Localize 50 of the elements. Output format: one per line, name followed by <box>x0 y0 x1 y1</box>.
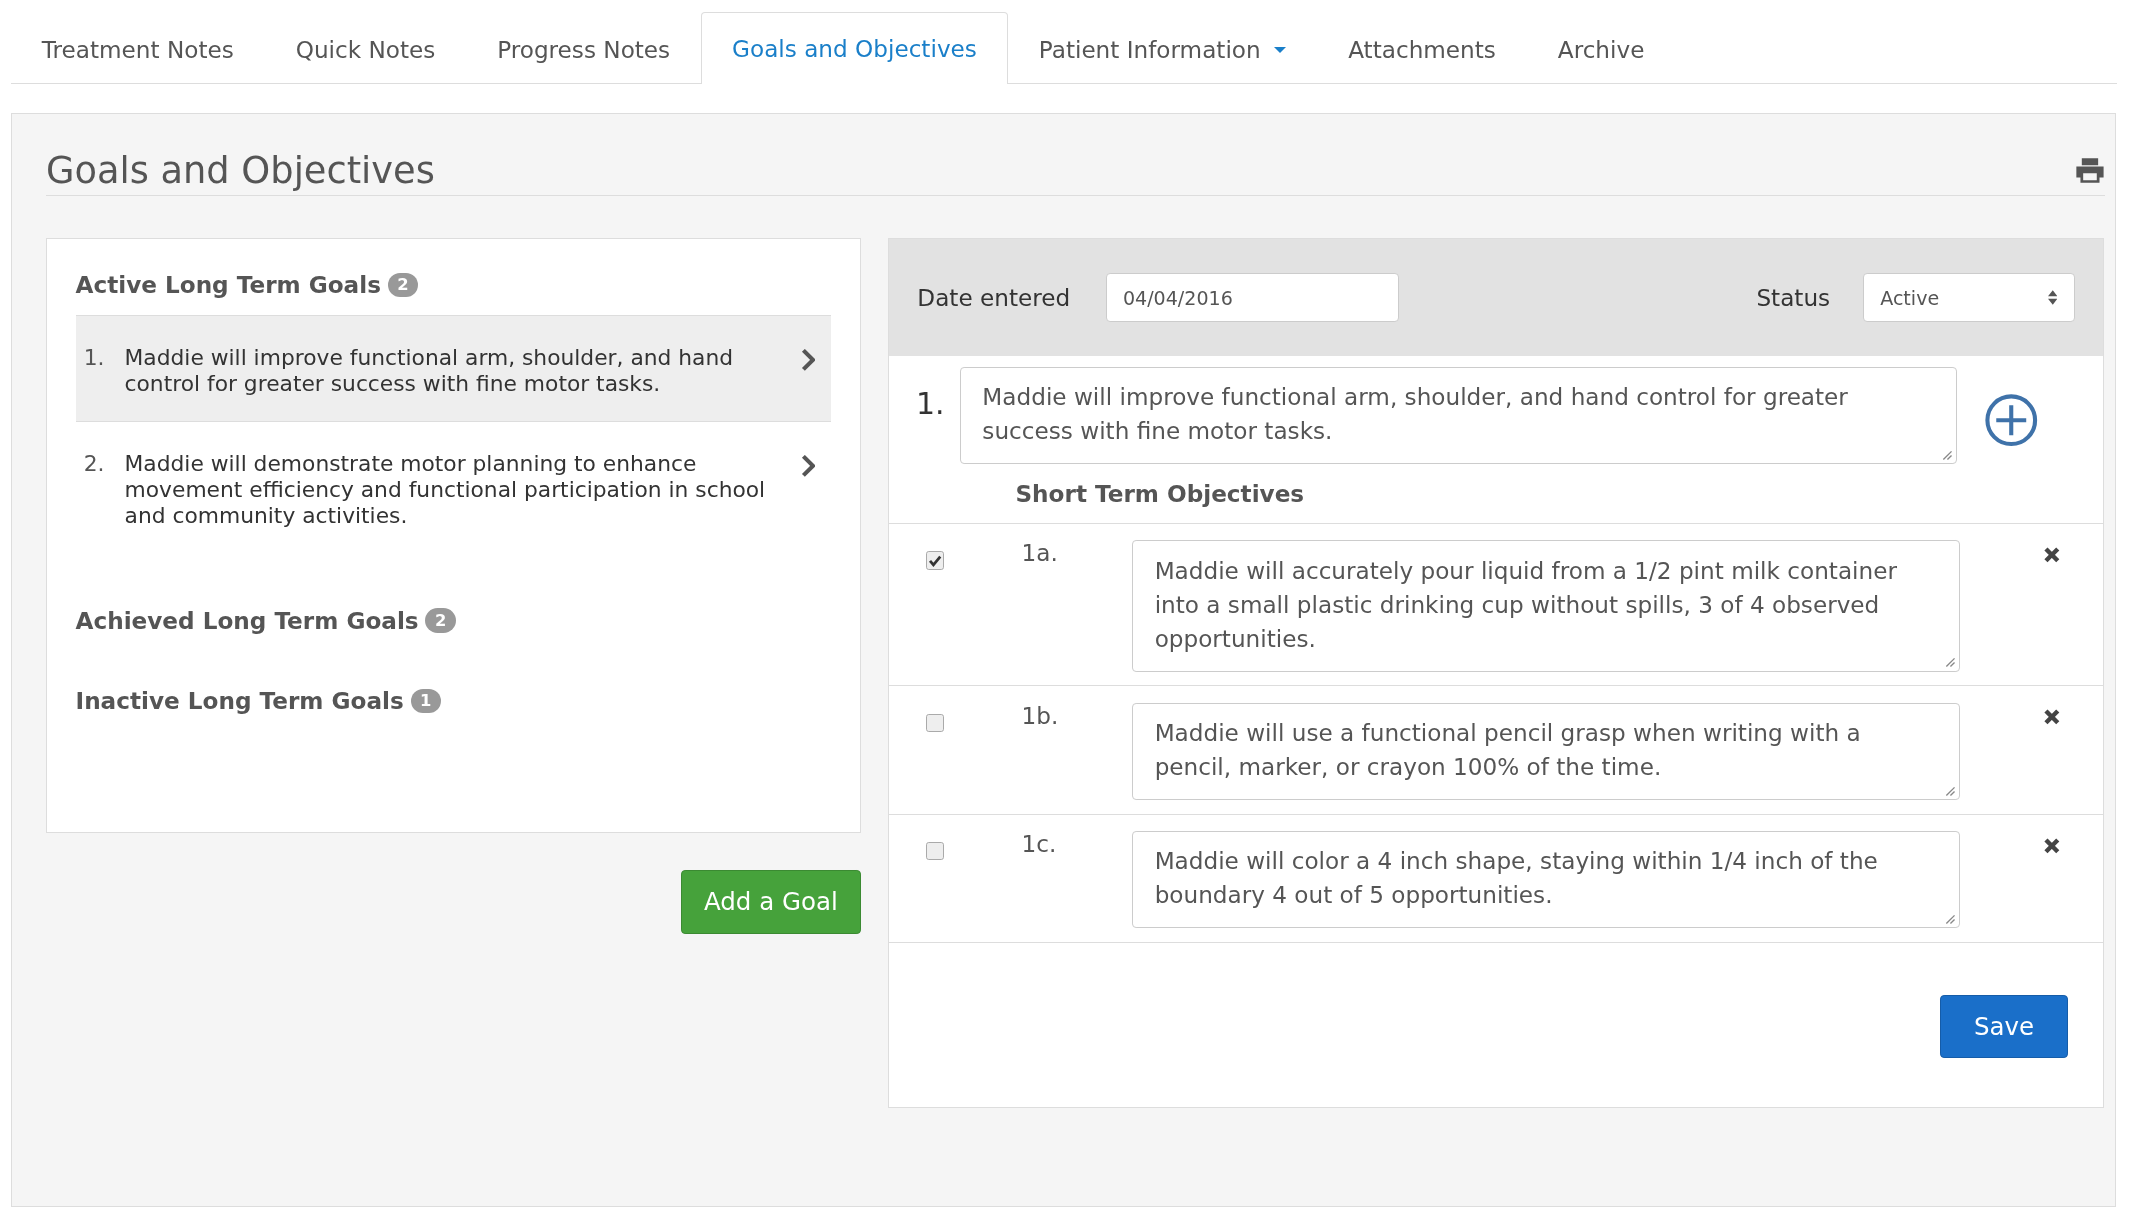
tab[interactable]: Progress Notes <box>466 13 702 85</box>
checkbox[interactable] <box>925 713 944 733</box>
close-icon[interactable] <box>2043 836 2061 855</box>
checkbox[interactable] <box>925 842 944 861</box>
count-badge: 2 <box>425 608 456 633</box>
count-badge: 2 <box>387 272 419 297</box>
panel-title: Goals and Objectives <box>45 149 435 193</box>
objective-field[interactable]: Maddie will use a functional pencil grasp when writing with a pencil, marker, or crayon 100% of the time. <box>1131 702 1961 801</box>
sort-arrows-icon[interactable] <box>2047 290 2058 306</box>
goal-text: Maddie will demonstrate motor planning to enhance movement efficiency and functional participation in school and community activities. <box>124 450 767 529</box>
caret-icon <box>1274 46 1287 53</box>
group-heading[interactable]: Active Long Term Goals <box>75 271 381 298</box>
close-icon[interactable] <box>2043 708 2061 726</box>
date-label: Date entered <box>917 284 1071 311</box>
goal-number: 1. <box>83 345 106 372</box>
resize-grip-icon[interactable] <box>1942 449 1953 461</box>
status-select[interactable]: Active <box>1862 273 2075 322</box>
tab[interactable]: Quick Notes <box>264 13 467 85</box>
tab[interactable]: Treatment Notes <box>10 13 265 85</box>
count-badge: 1 <box>410 688 441 714</box>
resize-grip-icon[interactable] <box>1945 657 1957 669</box>
goal-field[interactable]: Maddie will improve functional arm, shoulder, and hand control for greater success with fine motor tasks. <box>959 367 1957 465</box>
resize-grip-icon[interactable] <box>1945 785 1957 797</box>
status-label: Status <box>1756 284 1831 311</box>
objective-label: 1a. <box>1021 540 1059 567</box>
tab[interactable]: Goals and Objectives <box>701 12 1008 85</box>
tab[interactable]: Archive <box>1526 13 1676 85</box>
goal-item[interactable]: 1. Maddie will improve functional arm, shoulder, and hand control for greater success with fine motor tasks. <box>75 316 831 423</box>
goal-number: 1. <box>916 386 946 422</box>
goal-text: Maddie will improve functional arm, shoulder, and hand control for greater success with fine motor tasks. <box>124 345 735 397</box>
save-button[interactable]: Save <box>1940 994 2068 1059</box>
objective-label: 1c. <box>1021 831 1058 858</box>
objective-field[interactable]: Maddie will accurately pour liquid from a 1/2 pint milk container into a small plastic drinking cup without spills, 3 of 4 observed opportunities. <box>1131 540 1961 672</box>
tab[interactable]: Patient Information <box>1007 13 1318 85</box>
goal-number: 2. <box>83 450 106 478</box>
date-field[interactable]: 04/04/2016 <box>1105 273 1400 322</box>
objective-label: 1b. <box>1021 702 1060 729</box>
goal-item[interactable]: 2. Maddie will demonstrate motor planning to enhance movement efficiency and functional participation in school and community activities. <box>75 422 831 553</box>
objectives-heading: Short Term Objectives <box>888 480 2104 525</box>
resize-grip-icon[interactable] <box>1945 913 1957 925</box>
tab[interactable]: Attachments <box>1317 13 1527 85</box>
chevron-icon <box>799 349 815 371</box>
group-heading[interactable]: Achieved Long Term Goals <box>75 607 419 634</box>
checkbox[interactable] <box>925 551 944 570</box>
chevron-icon <box>799 454 815 477</box>
plus-circle-icon[interactable] <box>1983 392 2039 448</box>
group-heading[interactable]: Inactive Long Term Goals <box>75 688 404 714</box>
print-icon[interactable] <box>2075 156 2105 185</box>
objective-field[interactable]: Maddie will color a 4 inch shape, staying within 1/4 inch of the boundary 4 out of 5 opportunities. <box>1131 831 1961 929</box>
close-icon[interactable] <box>2043 545 2061 564</box>
